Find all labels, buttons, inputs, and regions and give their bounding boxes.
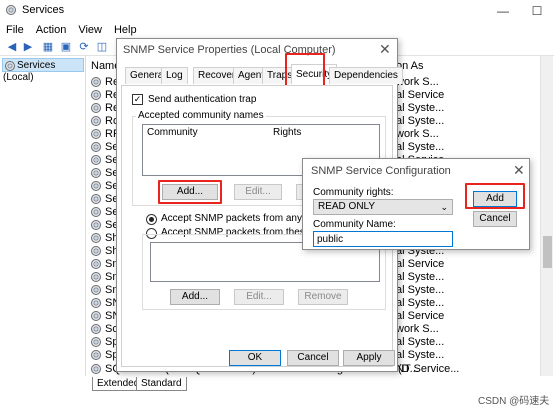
menu-bar: File Action View Help bbox=[0, 22, 554, 38]
service-icon bbox=[91, 116, 101, 127]
service-icon bbox=[91, 194, 101, 205]
send-auth-trap-checkbox[interactable]: ✓ bbox=[132, 94, 143, 105]
snmp-configuration-dialog: SNMP Service Configuration ✕ Community r… bbox=[302, 158, 530, 250]
close-icon[interactable]: ✕ bbox=[513, 162, 525, 179]
column-community: Community bbox=[147, 127, 198, 138]
service-icon bbox=[91, 220, 101, 231]
service-icon bbox=[91, 311, 101, 322]
service-logon: al Service bbox=[396, 89, 445, 101]
vertical-scrollbar[interactable] bbox=[540, 56, 553, 376]
tree-item-services-local[interactable]: Services (Local) bbox=[2, 58, 84, 83]
services-icon bbox=[5, 60, 15, 71]
service-icon bbox=[91, 246, 101, 257]
service-logon: al Syste... bbox=[396, 141, 445, 153]
service-logon: al Syste... bbox=[396, 271, 445, 283]
menu-view[interactable]: View bbox=[72, 22, 108, 38]
tab-log-on[interactable]: Log On bbox=[161, 67, 188, 96]
service-logon: al Syste... bbox=[396, 349, 445, 361]
cancel-button[interactable]: Cancel bbox=[287, 350, 339, 366]
service-icon bbox=[91, 285, 101, 296]
service-logon: NT Service... bbox=[396, 363, 460, 375]
title-bar: Services — ☐ bbox=[0, 0, 554, 22]
tab-dependencies[interactable]: Dependencies bbox=[329, 67, 403, 84]
accepted-community-label: Accepted community names bbox=[136, 110, 266, 121]
service-icon bbox=[91, 90, 101, 101]
add-config-highlight bbox=[465, 183, 525, 209]
edit-community-button[interactable]: Edit... bbox=[234, 184, 282, 200]
service-logon: al Syste... bbox=[396, 284, 445, 296]
service-logon: al Service bbox=[396, 258, 445, 270]
service-logon: al Service bbox=[396, 310, 445, 322]
apply-button[interactable]: Apply bbox=[343, 350, 395, 366]
service-icon bbox=[91, 77, 101, 88]
security-tab-highlight bbox=[285, 53, 325, 88]
community-name-label: Community Name: bbox=[313, 219, 396, 230]
service-icon bbox=[91, 259, 101, 270]
add-host-button[interactable]: Add... bbox=[170, 289, 220, 305]
accept-any-host-label: Accept SNMP packets from any host bbox=[161, 213, 324, 224]
service-icon bbox=[91, 142, 101, 153]
cancel-config-button[interactable]: Cancel bbox=[473, 211, 517, 227]
service-icon bbox=[91, 103, 101, 114]
refresh-icon[interactable]: ⟳ bbox=[76, 39, 92, 53]
close-icon[interactable]: ✕ bbox=[379, 41, 391, 58]
service-icon bbox=[91, 168, 101, 179]
column-rights: Rights bbox=[273, 127, 302, 138]
service-logon: al Syste... bbox=[396, 115, 445, 127]
properties-icon[interactable]: ▣ bbox=[58, 39, 74, 53]
export-icon[interactable]: ◫ bbox=[94, 39, 110, 53]
service-logon: work S... bbox=[396, 128, 439, 140]
service-icon bbox=[91, 350, 101, 361]
service-icon bbox=[91, 233, 101, 244]
service-logon: work S... bbox=[396, 323, 439, 335]
ok-button[interactable]: OK bbox=[229, 350, 281, 366]
console-tree: Services (Local) bbox=[0, 56, 86, 376]
community-rights-select[interactable]: READ ONLY ⌄ bbox=[313, 199, 453, 215]
service-icon bbox=[91, 364, 101, 375]
view-tabs: Extended Standard bbox=[88, 377, 540, 391]
service-icon bbox=[91, 129, 101, 140]
console-tree-icon[interactable]: ▦ bbox=[40, 39, 56, 53]
config-dialog-title: SNMP Service Configuration bbox=[311, 165, 451, 177]
scrollbar-thumb[interactable] bbox=[543, 236, 552, 268]
edit-host-button[interactable]: Edit... bbox=[234, 289, 284, 305]
menu-action[interactable]: Action bbox=[30, 22, 73, 38]
forward-arrow-icon[interactable]: ▶ bbox=[20, 39, 36, 53]
community-name-input[interactable] bbox=[313, 231, 453, 247]
service-logon: al Syste... bbox=[396, 336, 445, 348]
add-button-highlight bbox=[158, 180, 222, 204]
accept-any-host-radio[interactable] bbox=[146, 214, 157, 225]
window-title: Services bbox=[22, 4, 65, 16]
remove-host-button[interactable]: Remove bbox=[298, 289, 348, 305]
service-icon bbox=[91, 155, 101, 166]
back-arrow-icon[interactable]: ◀ bbox=[4, 39, 20, 53]
service-logon: al Syste... bbox=[396, 102, 445, 114]
menu-help[interactable]: Help bbox=[108, 22, 143, 38]
menu-file[interactable]: File bbox=[0, 22, 30, 38]
community-rights-value: READ ONLY bbox=[318, 201, 376, 212]
service-icon bbox=[91, 324, 101, 335]
service-icon bbox=[91, 272, 101, 283]
maximize-icon[interactable]: ☐ bbox=[520, 0, 554, 22]
watermark: CSDN @码速夫 bbox=[478, 396, 550, 407]
minimize-icon[interactable]: — bbox=[486, 0, 520, 22]
service-logon: al Syste... bbox=[396, 297, 445, 309]
service-icon bbox=[91, 337, 101, 348]
community-rights-label: Community rights: bbox=[313, 187, 394, 198]
service-icon bbox=[91, 298, 101, 309]
tab-standard[interactable]: Standard bbox=[136, 377, 187, 391]
service-icon bbox=[91, 207, 101, 218]
services-app-icon bbox=[6, 5, 16, 15]
service-icon bbox=[91, 181, 101, 192]
chevron-down-icon: ⌄ bbox=[440, 202, 448, 212]
send-auth-trap-label: Send authentication trap bbox=[148, 94, 257, 105]
